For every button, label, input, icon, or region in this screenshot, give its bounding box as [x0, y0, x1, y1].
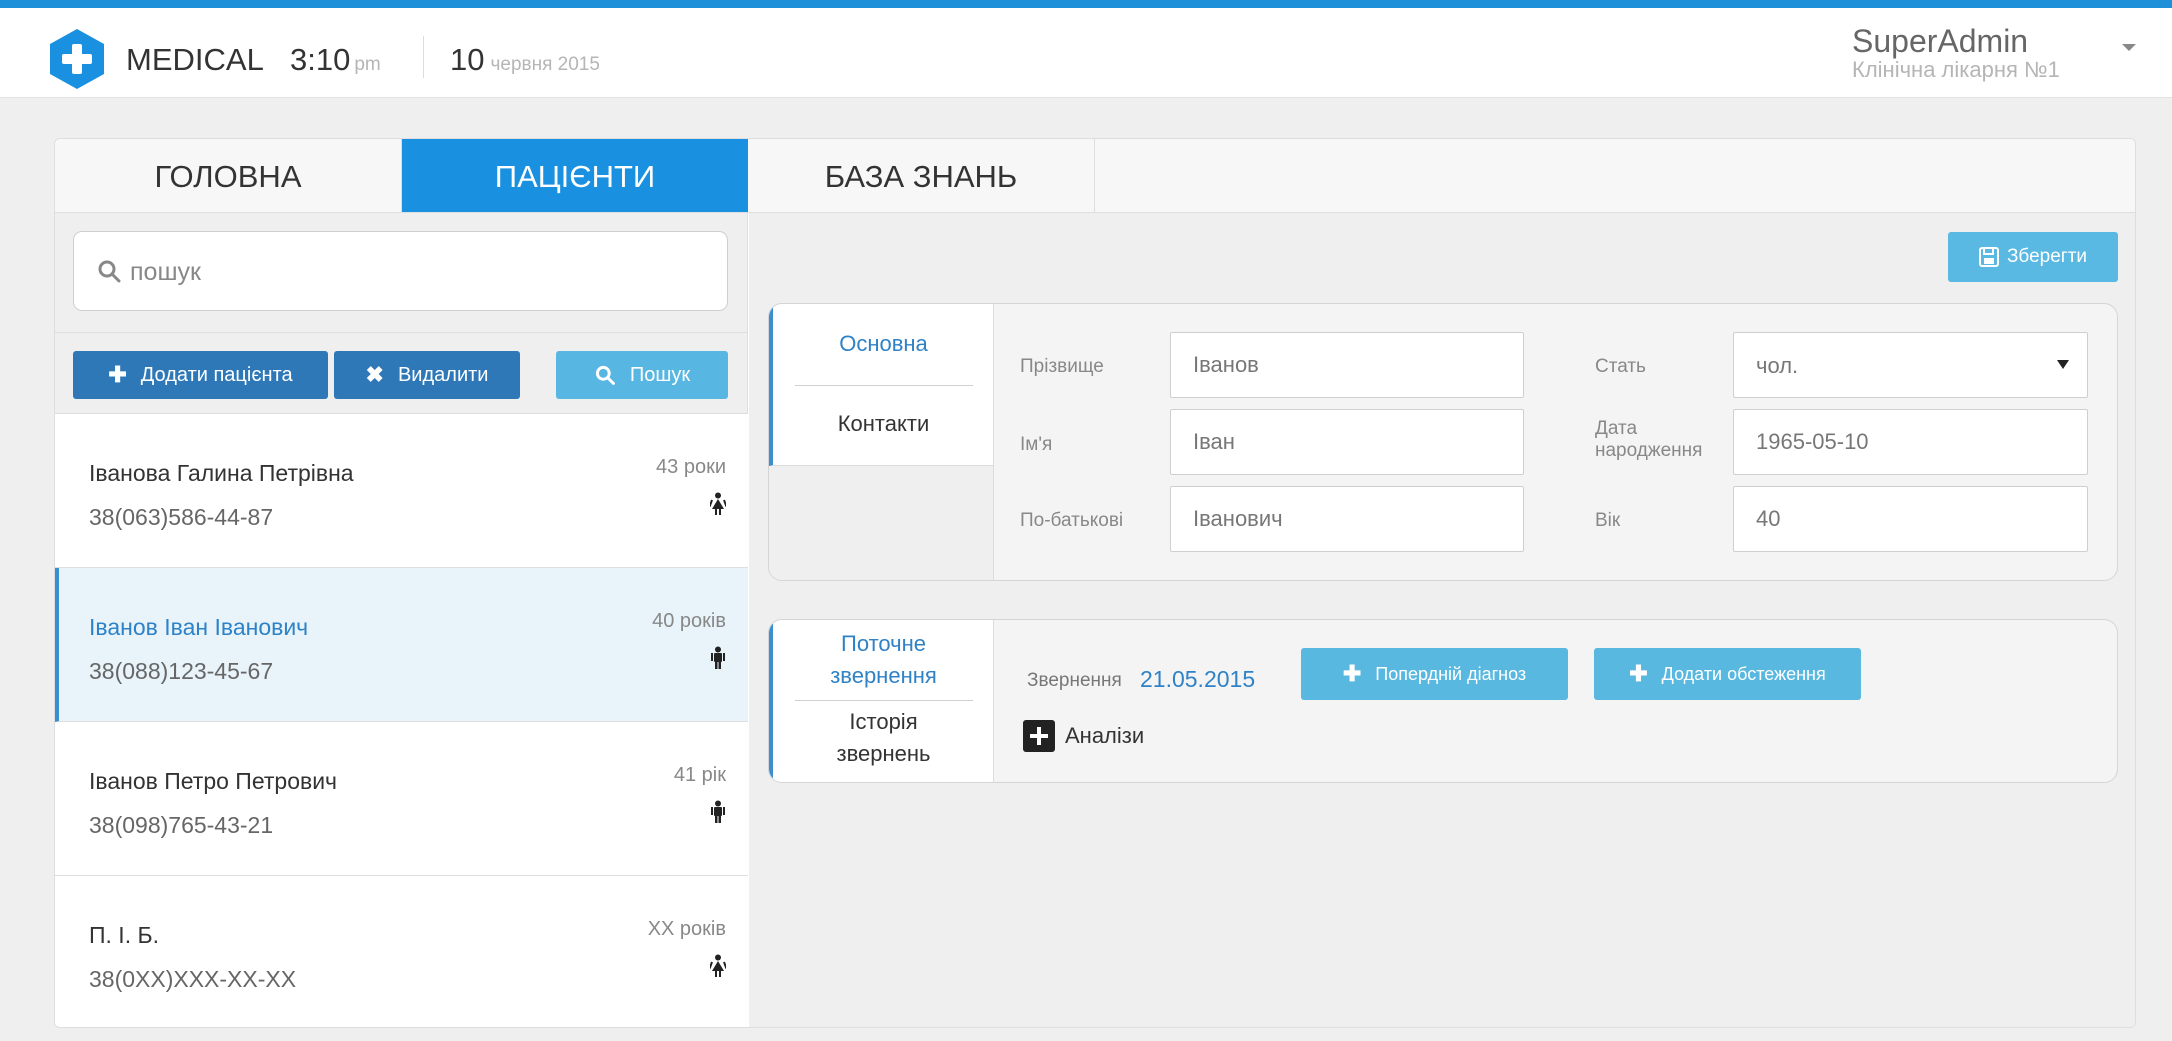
user-menu-caret-icon[interactable] — [2122, 44, 2136, 51]
patient-list-item-selected[interactable]: Іванов Іван Іванович 38(088)123-45-67 40… — [55, 568, 748, 722]
gender-select-value: чол. — [1756, 353, 1799, 378]
tab-current-appeal-line2[interactable]: звернення — [773, 660, 994, 692]
plus-icon: ✚ — [108, 362, 127, 387]
tab-main-info[interactable]: Основна — [773, 328, 994, 360]
patient-list-item[interactable]: П. І. Б. 38(0XX)XXX-XX-XX XX років — [55, 876, 748, 1027]
tab-knowledge-base[interactable]: БАЗА ЗНАНЬ — [748, 139, 1095, 212]
nav-spacer — [769, 466, 994, 580]
plus-icon: ✚ — [1629, 661, 1648, 686]
search-icon — [595, 365, 615, 385]
birth-date-input[interactable] — [1733, 409, 2088, 475]
patient-search-box[interactable] — [73, 231, 728, 311]
age-label: Вік — [1595, 510, 1621, 531]
surname-input[interactable] — [1170, 332, 1524, 398]
user-name: SuperAdmin — [1852, 23, 2029, 59]
tab-contacts[interactable]: Контакти — [773, 408, 994, 440]
delete-patient-label: Видалити — [397, 363, 489, 386]
add-patient-button[interactable]: ✚ Додати пацієнта — [73, 351, 328, 399]
search-button[interactable]: Пошук — [556, 351, 728, 399]
patient-age: 41 рік — [673, 764, 726, 786]
search-button-label: Пошук — [629, 363, 691, 386]
plus-icon: ✚ — [1342, 661, 1362, 686]
info-panel-nav: Основна Контакти — [769, 304, 994, 466]
app-header: MEDICAL 3:10 pm 10 червня 2015 SuperAdmin … — [0, 8, 2172, 98]
main-tabs: ГОЛОВНА ПАЦІЄНТИ БАЗА ЗНАНЬ — [55, 139, 2135, 213]
birth-date-label-line1: Дата — [1595, 418, 1638, 439]
patient-name: Іванова Галина Петрівна — [89, 460, 354, 486]
add-examination-label: Додати обстеження — [1661, 663, 1826, 684]
add-patient-label: Додати пацієнта — [140, 363, 293, 386]
add-examination-button[interactable]: ✚ Додати обстеження — [1594, 648, 1861, 700]
medical-cross-hexagon-icon[interactable] — [48, 28, 106, 90]
date-day: 10 — [450, 42, 485, 77]
patient-list: Іванова Галина Петрівна 38(063)586-44-87… — [55, 413, 748, 1027]
tab-patients[interactable]: ПАЦІЄНТИ — [402, 139, 748, 212]
patient-phone: 38(0XX)XXX-XX-XX — [89, 966, 297, 992]
header-divider — [423, 36, 424, 78]
male-icon — [711, 646, 725, 669]
male-icon — [711, 800, 725, 823]
previous-diagnosis-label: Попердній діагноз — [1375, 663, 1527, 684]
gender-label: Стать — [1595, 356, 1646, 377]
tab-home[interactable]: ГОЛОВНА — [55, 139, 402, 212]
save-button[interactable]: Зберегти — [1948, 232, 2118, 282]
top-accent-bar — [0, 0, 2172, 8]
save-button-label: Зберегти — [2006, 246, 2088, 267]
user-menu[interactable]: SuperAdmin Клінічна лікарня №1 — [1852, 24, 2102, 82]
search-divider — [55, 332, 748, 333]
patients-sidebar: ✚ Додати пацієнта ✖ Видалити Пошук Івано… — [55, 213, 748, 1027]
nav-separator — [795, 700, 973, 701]
surname-label: Прізвище — [1020, 356, 1104, 377]
close-icon: ✖ — [365, 362, 384, 387]
tab-appeal-history-line1[interactable]: Історія — [773, 706, 994, 738]
user-organization: Клінічна лікарня №1 — [1852, 57, 2060, 82]
patient-list-item[interactable]: Іванова Галина Петрівна 38(063)586-44-87… — [55, 414, 748, 568]
patient-age: 40 років — [652, 610, 726, 632]
plus-square-icon — [1023, 720, 1055, 752]
female-icon — [710, 492, 726, 515]
patient-phone: 38(098)765-43-21 — [89, 812, 274, 838]
current-time: 3:10 pm — [290, 42, 381, 78]
patronymic-label: По-батькові — [1020, 510, 1124, 531]
patient-search-input[interactable] — [130, 250, 690, 294]
tab-current-appeal-line1[interactable]: Поточне — [773, 628, 994, 660]
delete-patient-button[interactable]: ✖ Видалити — [334, 351, 520, 399]
patient-list-item[interactable]: Іванов Петро Петрович 38(098)765-43-21 4… — [55, 722, 748, 876]
patient-age: XX років — [647, 918, 726, 940]
patient-name: Іванов Іван Іванович — [89, 614, 309, 640]
chevron-down-icon[interactable] — [2057, 360, 2069, 369]
analyses-toggle[interactable]: Аналізи — [1023, 720, 1144, 752]
nav-separator — [795, 385, 973, 386]
gender-select[interactable]: чол. — [1733, 332, 2088, 398]
appeal-panel-nav: Поточне звернення Історія звернень — [769, 620, 994, 782]
tab-appeal-history-line2[interactable]: звернень — [773, 738, 994, 770]
date-month-year: червня 2015 — [490, 54, 600, 75]
current-date: 10 червня 2015 — [450, 42, 600, 78]
patient-phone: 38(063)586-44-87 — [89, 504, 274, 530]
patient-phone: 38(088)123-45-67 — [89, 658, 274, 684]
patronymic-input[interactable] — [1170, 486, 1524, 552]
previous-diagnosis-button[interactable]: ✚ Попердній діагноз — [1301, 648, 1568, 700]
appeal-date: 21.05.2015 — [1140, 666, 1256, 692]
patient-name: Іванов Петро Петрович — [89, 768, 338, 794]
age-input[interactable] — [1733, 486, 2088, 552]
birth-date-label-line2: народження — [1595, 440, 1703, 461]
first-name-input[interactable] — [1170, 409, 1524, 475]
app-name: MEDICAL — [126, 42, 264, 77]
patient-age: 43 роки — [656, 456, 726, 478]
patient-info-panel: Основна Контакти Прізвище Ім'я По-батько… — [768, 303, 2118, 581]
analyses-label: Аналізи — [1065, 723, 1145, 748]
time-value: 3:10 — [290, 42, 351, 77]
first-name-label: Ім'я — [1020, 434, 1053, 455]
time-ampm: pm — [354, 54, 381, 75]
patient-name: П. І. Б. — [89, 922, 159, 948]
floppy-disk-icon — [1978, 247, 1999, 267]
appeal-label: Звернення — [1027, 670, 1122, 691]
appeal-panel: Поточне звернення Історія звернень Зверн… — [768, 619, 2118, 783]
patient-details: Зберегти Основна Контакти Прізвище Ім'я … — [749, 213, 2135, 1027]
female-icon — [710, 954, 726, 977]
main-card: ГОЛОВНА ПАЦІЄНТИ БАЗА ЗНАНЬ ✚ Додати пац… — [54, 138, 2136, 1028]
search-icon — [98, 260, 121, 283]
